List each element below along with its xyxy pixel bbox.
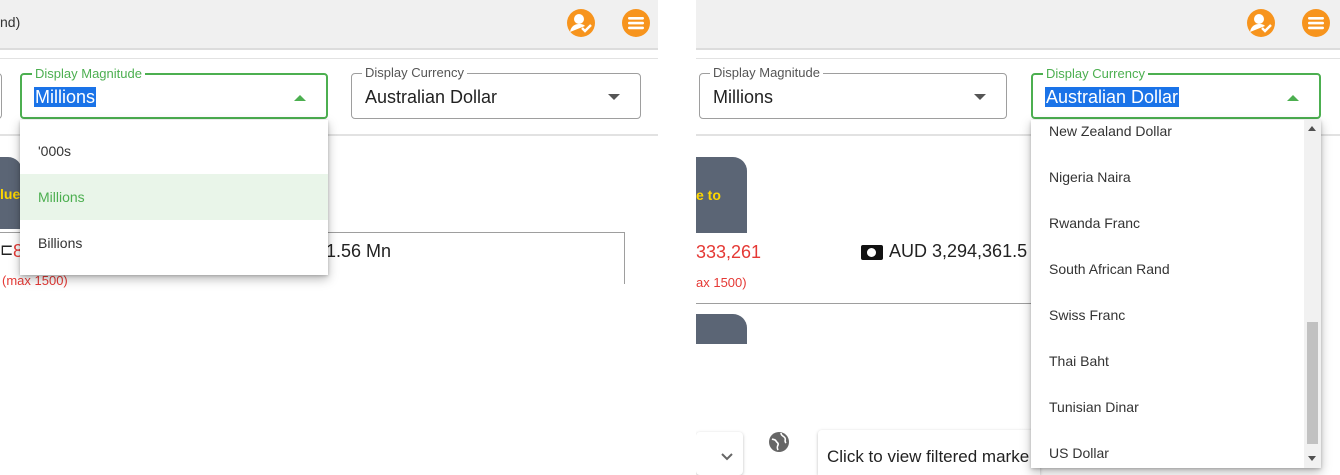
option-billions[interactable]: Billions <box>20 220 328 266</box>
display-magnitude-select[interactable]: Display Magnitude Millions <box>699 65 1007 119</box>
amount-text: AUD 3,294,361.5 <box>889 241 1028 261</box>
option-currency[interactable]: Tunisian Dinar <box>1031 384 1321 430</box>
limit-note: (max 1500) <box>2 273 68 288</box>
view-filtered-markets-label: Click to view filtered marke <box>827 447 1030 466</box>
app-header <box>696 0 1340 50</box>
app-header: nd) <box>0 0 658 50</box>
header-title: nd) <box>0 14 21 30</box>
option-currency[interactable]: South African Rand <box>1031 246 1321 292</box>
caret-down-icon <box>974 94 986 100</box>
display-magnitude-value: Millions <box>713 87 774 107</box>
dropdown-scrollbar[interactable] <box>1304 120 1321 468</box>
magnitude-dropdown: '000s Millions Billions <box>20 120 328 275</box>
display-currency-label: Display Currency <box>1043 66 1148 82</box>
option-currency[interactable]: Rwanda Franc <box>1031 200 1321 246</box>
amount-text: 1.56 Mn <box>326 241 392 261</box>
display-magnitude-select[interactable]: Display Magnitude Millions <box>20 66 328 119</box>
collapsed-select[interactable] <box>696 432 743 475</box>
currency-dropdown: New Zealand Dollar Nigeria Naira Rwanda … <box>1031 120 1321 468</box>
option-currency[interactable]: Nigeria Naira <box>1031 154 1321 200</box>
scroll-down-arrow-icon[interactable] <box>1308 456 1316 461</box>
display-currency-select[interactable]: Display Currency Australian Dollar <box>351 65 641 119</box>
value-red: 333,261 <box>696 242 762 262</box>
right-panel: Display Magnitude Millions Display Curre… <box>696 0 1340 475</box>
display-magnitude-label: Display Magnitude <box>32 66 145 82</box>
globe-icon[interactable] <box>767 430 791 454</box>
display-magnitude-label: Display Magnitude <box>710 65 823 81</box>
user-check-icon[interactable] <box>1247 9 1275 37</box>
caret-up-icon <box>294 95 306 101</box>
view-filtered-markets-button[interactable]: Click to view filtered marke <box>818 430 1040 475</box>
option-thousands[interactable]: '000s <box>20 128 328 174</box>
option-millions[interactable]: Millions <box>20 174 328 220</box>
option-currency[interactable]: New Zealand Dollar <box>1031 120 1321 154</box>
cash-icon: ⊏ <box>0 242 14 259</box>
section-tab-label: lue <box>0 186 21 202</box>
display-currency-value: Australian Dollar <box>365 87 498 107</box>
display-magnitude-value: Millions <box>34 87 97 107</box>
scroll-up-arrow-icon[interactable] <box>1308 126 1316 131</box>
hamburger-menu-icon[interactable] <box>1302 9 1330 37</box>
caret-down-icon <box>608 94 620 100</box>
scrollbar-thumb[interactable] <box>1307 322 1318 444</box>
section-tab-label: e to <box>696 187 721 203</box>
cash-icon <box>861 245 883 260</box>
left-panel: nd) Display Magnitude Millions Display C… <box>0 0 658 475</box>
chevron-down-icon <box>721 453 733 461</box>
display-currency-value: Australian Dollar <box>1045 87 1180 107</box>
user-check-icon[interactable] <box>567 9 595 37</box>
option-currency[interactable]: Swiss Franc <box>1031 292 1321 338</box>
panel-divider <box>658 0 696 475</box>
limit-note: ax 1500) <box>696 275 747 290</box>
section-tab-secondary[interactable] <box>696 314 747 344</box>
option-currency[interactable]: US Dollar <box>1031 430 1321 468</box>
caret-up-icon <box>1287 95 1299 101</box>
previous-field-edge <box>0 73 2 119</box>
divider-line <box>696 303 1036 304</box>
display-currency-select[interactable]: Display Currency Australian Dollar <box>1031 66 1321 119</box>
hamburger-menu-icon[interactable] <box>622 9 650 37</box>
section-tab[interactable]: lue <box>0 157 22 229</box>
section-tab[interactable]: e to <box>696 157 747 233</box>
option-currency[interactable]: Thai Baht <box>1031 338 1321 384</box>
display-currency-label: Display Currency <box>362 65 467 81</box>
